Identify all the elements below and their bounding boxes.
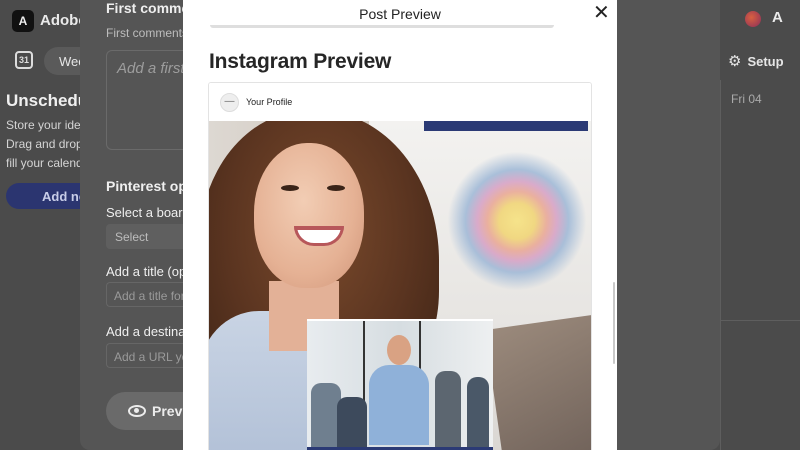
unscheduled-text-line: fill your calend (6, 156, 83, 170)
unscheduled-title: Unschedu (6, 91, 89, 110)
first-comment-textarea[interactable]: Add a first (106, 50, 186, 150)
title-input[interactable]: Add a title for y (106, 282, 186, 307)
unscheduled-text-line: Drag and drop (6, 137, 83, 151)
modal-title: Post Preview (359, 6, 441, 22)
setup-label: Setup (747, 54, 784, 69)
adobe-icon[interactable]: A (772, 9, 783, 26)
eye-icon (128, 405, 146, 417)
calendar-row-divider (720, 320, 800, 321)
image-inset-office-photo (307, 319, 493, 450)
post-image (209, 121, 591, 450)
image-woman-face (254, 143, 364, 288)
inset-person (467, 377, 489, 447)
select-board-label: Select a board (106, 205, 190, 220)
url-input[interactable]: Add a URL yo (106, 343, 186, 368)
image-accent-bar (424, 121, 588, 131)
image-light-flare (447, 151, 587, 291)
profile-avatar: — (220, 93, 239, 112)
adobe-express-logo-icon[interactable]: A (12, 10, 34, 32)
inset-man-body (369, 365, 429, 445)
inset-person (337, 397, 367, 447)
instagram-post-card: — Your Profile (208, 82, 592, 450)
setup-button[interactable]: ⚙ Setup (728, 52, 784, 70)
board-select[interactable]: Select (106, 224, 186, 249)
instagram-preview-heading: Instagram Preview (209, 50, 392, 73)
scrolled-content-edge (210, 25, 554, 28)
inset-businessman (369, 335, 429, 445)
modal-scrollbar[interactable] (613, 282, 615, 364)
pinterest-options-heading: Pinterest opt (106, 178, 192, 194)
post-header: — Your Profile (209, 83, 591, 121)
preview-button-label: Previ (152, 403, 186, 419)
close-icon[interactable]: ✕ (593, 3, 610, 23)
post-preview-modal: Post Preview ✕ Instagram Preview — Your … (183, 0, 617, 450)
preview-button[interactable]: Previ (106, 392, 186, 430)
image-laptop (484, 313, 591, 450)
image-woman-eye (281, 185, 299, 191)
user-avatar[interactable] (745, 11, 761, 27)
title-label: Add a title (opti (106, 264, 193, 279)
gear-icon: ⚙ (728, 53, 742, 70)
inset-man-head (387, 335, 411, 365)
profile-name: Your Profile (246, 97, 293, 107)
first-comment-description: First comments (106, 26, 189, 40)
destination-label: Add a destinati (106, 324, 193, 339)
inset-person (435, 371, 461, 447)
image-woman-eye (327, 185, 345, 191)
unscheduled-text-line: Store your idea (6, 118, 88, 132)
calendar-divider (720, 80, 721, 450)
calendar-day-header: Fri 04 (731, 92, 762, 106)
calendar-view-icon[interactable]: 31 (15, 51, 33, 69)
